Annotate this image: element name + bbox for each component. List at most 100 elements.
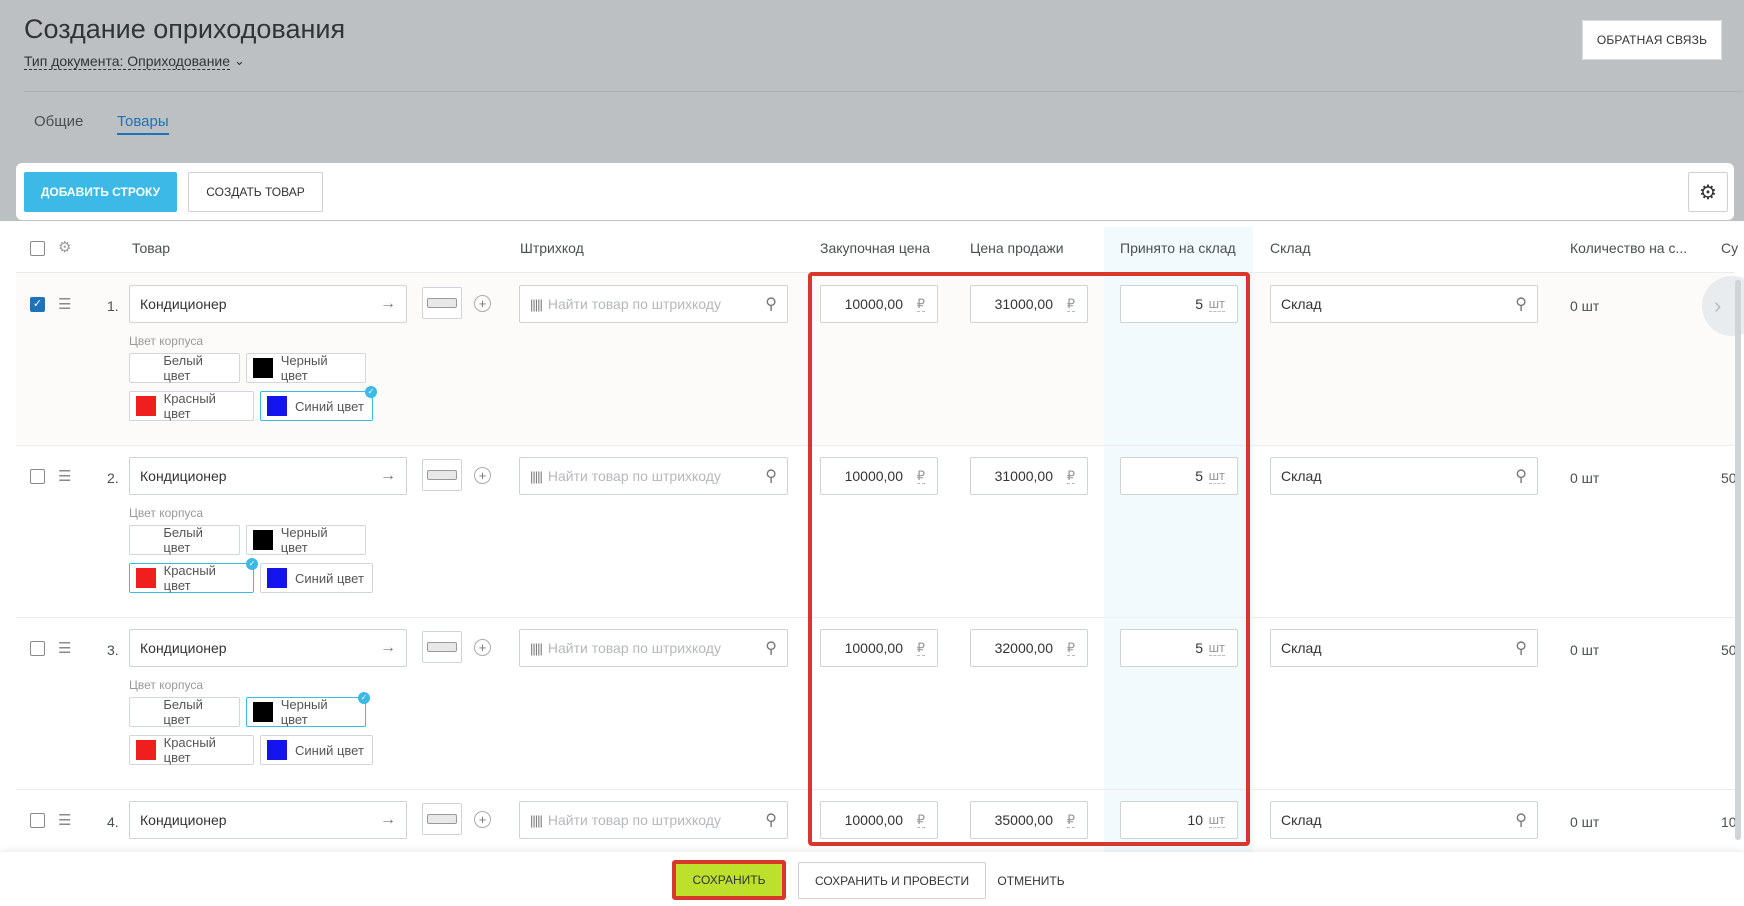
purchase-price-input[interactable]: 10000,00 ₽ — [820, 457, 938, 495]
tab-general[interactable]: Общие — [34, 113, 83, 130]
color-swatch — [136, 396, 156, 416]
drag-handle-icon[interactable]: ☰ — [58, 813, 74, 828]
arrow-right-icon[interactable]: → — [380, 467, 396, 485]
add-row-button[interactable]: ДОБАВИТЬ СТРОКУ — [24, 172, 177, 212]
chevron-down-icon[interactable]: ⌄ — [234, 53, 245, 69]
sale-price-input[interactable]: 31000,00 ₽ — [970, 457, 1088, 495]
search-icon[interactable]: ⚲ — [765, 638, 777, 658]
color-chip-white[interactable]: Белый цвет — [129, 353, 240, 383]
purchase-price-input[interactable]: 10000,00 ₽ — [820, 285, 938, 323]
color-chip-white[interactable]: Белый цвет — [129, 697, 240, 727]
received-qty-input[interactable]: 10 шт — [1120, 801, 1238, 839]
item-name: Кондиционер — [140, 468, 227, 484]
row-divider — [16, 617, 1734, 618]
purchase-price-input[interactable]: 10000,00 ₽ — [820, 801, 938, 839]
attribute-label: Цвет корпуса — [129, 506, 203, 520]
arrow-right-icon[interactable]: → — [380, 639, 396, 657]
warehouse-input[interactable]: Склад ⚲ — [1270, 629, 1538, 667]
save-and-post-button[interactable]: СОХРАНИТЬ И ПРОВЕСТИ — [798, 862, 986, 899]
column-settings-gear-icon[interactable]: ⚙ — [58, 238, 71, 256]
item-field[interactable]: Кондиционер → — [129, 801, 407, 839]
item-field[interactable]: Кондиционер → — [129, 457, 407, 495]
save-button[interactable]: СОХРАНИТЬ — [672, 860, 786, 900]
drag-handle-icon[interactable]: ☰ — [58, 469, 74, 484]
color-chip-red[interactable]: Красный цвет ✓ — [129, 558, 258, 593]
row-checkbox[interactable] — [30, 813, 45, 828]
stock-qty: 0 шт — [1570, 814, 1600, 830]
add-variant-plus-icon[interactable]: + — [474, 467, 491, 484]
drag-handle-icon[interactable]: ☰ — [58, 297, 74, 312]
selected-check-icon: ✓ — [365, 386, 377, 398]
vertical-scrollbar[interactable] — [1735, 280, 1741, 840]
barcode-search-input[interactable]: ||||| Найти товар по штрихкоду ⚲ — [519, 801, 788, 839]
header-divider — [24, 91, 1742, 92]
barcode-icon: ||||| — [530, 812, 543, 828]
search-icon[interactable]: ⚲ — [1515, 810, 1527, 830]
color-swatch — [253, 358, 273, 378]
received-qty-input[interactable]: 5 шт — [1120, 629, 1238, 667]
received-qty-input[interactable]: 5 шт — [1120, 457, 1238, 495]
stock-qty: 0 шт — [1570, 470, 1600, 486]
product-thumbnail[interactable] — [422, 459, 462, 491]
color-chip-red[interactable]: Красный цвет — [129, 391, 254, 421]
barcode-search-input[interactable]: ||||| Найти товар по штрихкоду ⚲ — [519, 457, 788, 495]
sale-price-input[interactable]: 35000,00 ₽ — [970, 801, 1088, 839]
purchase-price-input[interactable]: 10000,00 ₽ — [820, 629, 938, 667]
item-name: Кондиционер — [140, 812, 227, 828]
received-qty-input[interactable]: 5 шт — [1120, 285, 1238, 323]
column-header-barcode: Штрихкод — [520, 240, 584, 256]
add-variant-plus-icon[interactable]: + — [474, 295, 491, 312]
color-chip-black[interactable]: Черный цвет — [246, 353, 366, 383]
color-chip-white[interactable]: Белый цвет — [129, 525, 240, 555]
cancel-button[interactable]: ОТМЕНИТЬ — [996, 862, 1066, 899]
search-icon[interactable]: ⚲ — [765, 810, 777, 830]
warehouse-input[interactable]: Склад ⚲ — [1270, 457, 1538, 495]
product-thumbnail[interactable] — [422, 803, 462, 835]
product-thumbnail[interactable] — [422, 631, 462, 663]
tab-items[interactable]: Товары — [117, 113, 169, 135]
drag-handle-icon[interactable]: ☰ — [58, 641, 74, 656]
page-title: Создание оприходования — [24, 14, 346, 44]
sale-price-input[interactable]: 31000,00 ₽ — [970, 285, 1088, 323]
search-icon[interactable]: ⚲ — [1515, 466, 1527, 486]
color-chip-blue[interactable]: Синий цвет — [260, 563, 373, 593]
column-header-stock-qty: Количество на с... — [1570, 240, 1688, 256]
column-header-received: Принято на склад — [1120, 240, 1236, 256]
color-swatch — [136, 740, 156, 760]
select-all-checkbox[interactable] — [30, 241, 45, 256]
color-swatch — [136, 568, 156, 588]
sale-price-input[interactable]: 32000,00 ₽ — [970, 629, 1088, 667]
color-chip-black[interactable]: Черный цвет — [246, 525, 366, 555]
color-chip-red[interactable]: Красный цвет — [129, 735, 254, 765]
row-number: 4. — [107, 814, 119, 830]
stock-qty: 0 шт — [1570, 298, 1600, 314]
warehouse-input[interactable]: Склад ⚲ — [1270, 801, 1538, 839]
barcode-search-input[interactable]: ||||| Найти товар по штрихкоду ⚲ — [519, 285, 788, 323]
warehouse-input[interactable]: Склад ⚲ — [1270, 285, 1538, 323]
row-checkbox[interactable] — [30, 469, 45, 484]
color-chip-black[interactable]: Черный цвет ✓ — [246, 692, 370, 727]
row-checkbox[interactable] — [30, 641, 45, 656]
item-field[interactable]: Кондиционер → — [129, 285, 407, 323]
settings-gear-icon[interactable]: ⚙ — [1688, 172, 1728, 212]
arrow-right-icon[interactable]: → — [380, 811, 396, 829]
color-swatch — [267, 396, 287, 416]
search-icon[interactable]: ⚲ — [1515, 638, 1527, 658]
item-field[interactable]: Кондиционер → — [129, 629, 407, 667]
add-variant-plus-icon[interactable]: + — [474, 639, 491, 656]
search-icon[interactable]: ⚲ — [1515, 294, 1527, 314]
row-checkbox[interactable]: ✓ — [30, 297, 45, 312]
add-variant-plus-icon[interactable]: + — [474, 811, 491, 828]
arrow-right-icon[interactable]: → — [380, 295, 396, 313]
feedback-button[interactable]: ОБРАТНАЯ СВЯЗЬ — [1582, 20, 1722, 60]
color-chip-blue[interactable]: Синий цвет — [260, 735, 373, 765]
create-item-button[interactable]: СОЗДАТЬ ТОВАР — [188, 172, 323, 212]
selected-check-icon: ✓ — [246, 558, 258, 570]
color-chip-blue[interactable]: Синий цвет ✓ — [260, 386, 377, 421]
search-icon[interactable]: ⚲ — [765, 294, 777, 314]
barcode-search-input[interactable]: ||||| Найти товар по штрихкоду ⚲ — [519, 629, 788, 667]
column-header-warehouse: Склад — [1270, 240, 1311, 256]
product-thumbnail[interactable] — [422, 287, 462, 319]
document-type-selector[interactable]: Тип документа: Оприходование — [24, 53, 231, 70]
search-icon[interactable]: ⚲ — [765, 466, 777, 486]
